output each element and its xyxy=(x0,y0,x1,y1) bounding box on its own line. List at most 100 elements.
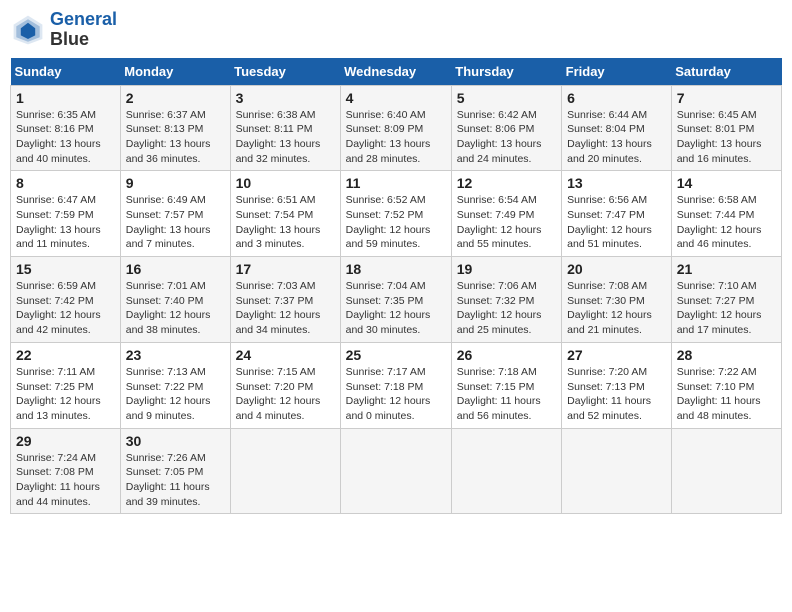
calendar-cell: 2 Sunrise: 6:37 AM Sunset: 8:13 PM Daylig… xyxy=(120,85,230,171)
calendar-cell xyxy=(562,428,672,514)
weekday-header: Wednesday xyxy=(340,58,451,86)
calendar-week-row: 8Sunrise: 6:47 AM Sunset: 7:59 PM Daylig… xyxy=(11,171,782,257)
day-number: 10 xyxy=(236,175,335,191)
day-info: Sunrise: 6:52 AM Sunset: 7:52 PM Dayligh… xyxy=(346,193,446,252)
weekday-header: Thursday xyxy=(451,58,561,86)
day-number: 6 xyxy=(567,90,666,106)
calendar-week-row: 29 Sunrise: 7:24 AM Sunset: 7:08 PM Dayli… xyxy=(11,428,782,514)
day-number: 1 xyxy=(16,90,115,106)
day-number: 18 xyxy=(346,261,446,277)
day-info: Sunrise: 7:11 AM Sunset: 7:25 PM Dayligh… xyxy=(16,365,115,424)
calendar-week-row: 15Sunrise: 6:59 AM Sunset: 7:42 PM Dayli… xyxy=(11,257,782,343)
logo-icon xyxy=(10,12,46,48)
day-number: 30 xyxy=(126,433,225,449)
day-info: Sunrise: 7:17 AM Sunset: 7:18 PM Dayligh… xyxy=(346,365,446,424)
calendar-cell xyxy=(230,428,340,514)
page-header: GeneralBlue xyxy=(10,10,782,50)
calendar-week-row: 1 Sunrise: 6:35 AM Sunset: 8:16 PM Daylig… xyxy=(11,85,782,171)
day-info: Sunrise: 6:58 AM Sunset: 7:44 PM Dayligh… xyxy=(677,193,776,252)
day-info: Sunrise: 7:15 AM Sunset: 7:20 PM Dayligh… xyxy=(236,365,335,424)
day-info: Sunrise: 7:22 AM Sunset: 7:10 PM Dayligh… xyxy=(677,365,776,424)
calendar-cell: 22 Sunrise: 7:11 AM Sunset: 7:25 PM Dayli… xyxy=(11,342,121,428)
day-info: Sunrise: 6:35 AM Sunset: 8:16 PM Dayligh… xyxy=(16,108,115,167)
day-info: Sunrise: 6:59 AM Sunset: 7:42 PM Dayligh… xyxy=(16,279,115,338)
day-info: Sunrise: 6:56 AM Sunset: 7:47 PM Dayligh… xyxy=(567,193,666,252)
day-info: Sunrise: 6:49 AM Sunset: 7:57 PM Dayligh… xyxy=(126,193,225,252)
calendar-cell: 7Sunrise: 6:45 AM Sunset: 8:01 PM Daylig… xyxy=(671,85,781,171)
day-info: Sunrise: 6:38 AM Sunset: 8:11 PM Dayligh… xyxy=(236,108,335,167)
calendar-cell: 18 Sunrise: 7:04 AM Sunset: 7:35 PM Dayli… xyxy=(340,257,451,343)
calendar-cell: 20 Sunrise: 7:08 AM Sunset: 7:30 PM Dayli… xyxy=(562,257,672,343)
calendar-cell xyxy=(671,428,781,514)
calendar-cell: 27 Sunrise: 7:20 AM Sunset: 7:13 PM Dayli… xyxy=(562,342,672,428)
day-number: 16 xyxy=(126,261,225,277)
weekday-header: Saturday xyxy=(671,58,781,86)
calendar-cell: 28Sunrise: 7:22 AM Sunset: 7:10 PM Dayli… xyxy=(671,342,781,428)
calendar-cell: 25 Sunrise: 7:17 AM Sunset: 7:18 PM Dayli… xyxy=(340,342,451,428)
day-info: Sunrise: 7:26 AM Sunset: 7:05 PM Dayligh… xyxy=(126,451,225,510)
calendar-cell: 4 Sunrise: 6:40 AM Sunset: 8:09 PM Daylig… xyxy=(340,85,451,171)
day-number: 4 xyxy=(346,90,446,106)
calendar-cell: 17 Sunrise: 7:03 AM Sunset: 7:37 PM Dayli… xyxy=(230,257,340,343)
calendar-cell: 14 Sunrise: 6:58 AM Sunset: 7:44 PM Dayli… xyxy=(671,171,781,257)
day-number: 2 xyxy=(126,90,225,106)
day-number: 19 xyxy=(457,261,556,277)
calendar-cell: 19 Sunrise: 7:06 AM Sunset: 7:32 PM Dayli… xyxy=(451,257,561,343)
day-number: 9 xyxy=(126,175,225,191)
calendar-cell xyxy=(340,428,451,514)
calendar-cell: 26Sunrise: 7:18 AM Sunset: 7:15 PM Dayli… xyxy=(451,342,561,428)
calendar-cell: 21 Sunrise: 7:10 AM Sunset: 7:27 PM Dayli… xyxy=(671,257,781,343)
weekday-header-row: SundayMondayTuesdayWednesdayThursdayFrid… xyxy=(11,58,782,86)
calendar-cell: 13 Sunrise: 6:56 AM Sunset: 7:47 PM Dayli… xyxy=(562,171,672,257)
day-info: Sunrise: 6:40 AM Sunset: 8:09 PM Dayligh… xyxy=(346,108,446,167)
day-number: 20 xyxy=(567,261,666,277)
calendar-cell: 3 Sunrise: 6:38 AM Sunset: 8:11 PM Daylig… xyxy=(230,85,340,171)
day-number: 13 xyxy=(567,175,666,191)
day-number: 25 xyxy=(346,347,446,363)
calendar-cell: 1 Sunrise: 6:35 AM Sunset: 8:16 PM Daylig… xyxy=(11,85,121,171)
day-number: 14 xyxy=(677,175,776,191)
logo: GeneralBlue xyxy=(10,10,117,50)
weekday-header: Friday xyxy=(562,58,672,86)
calendar-week-row: 22 Sunrise: 7:11 AM Sunset: 7:25 PM Dayli… xyxy=(11,342,782,428)
calendar-cell xyxy=(451,428,561,514)
calendar-table: SundayMondayTuesdayWednesdayThursdayFrid… xyxy=(10,58,782,515)
weekday-header: Tuesday xyxy=(230,58,340,86)
day-info: Sunrise: 6:44 AM Sunset: 8:04 PM Dayligh… xyxy=(567,108,666,167)
day-number: 17 xyxy=(236,261,335,277)
day-info: Sunrise: 7:08 AM Sunset: 7:30 PM Dayligh… xyxy=(567,279,666,338)
calendar-cell: 16 Sunrise: 7:01 AM Sunset: 7:40 PM Dayli… xyxy=(120,257,230,343)
day-info: Sunrise: 6:51 AM Sunset: 7:54 PM Dayligh… xyxy=(236,193,335,252)
day-info: Sunrise: 7:03 AM Sunset: 7:37 PM Dayligh… xyxy=(236,279,335,338)
day-number: 11 xyxy=(346,175,446,191)
day-info: Sunrise: 6:54 AM Sunset: 7:49 PM Dayligh… xyxy=(457,193,556,252)
day-info: Sunrise: 7:20 AM Sunset: 7:13 PM Dayligh… xyxy=(567,365,666,424)
day-info: Sunrise: 7:06 AM Sunset: 7:32 PM Dayligh… xyxy=(457,279,556,338)
day-info: Sunrise: 6:45 AM Sunset: 8:01 PM Dayligh… xyxy=(677,108,776,167)
day-info: Sunrise: 7:13 AM Sunset: 7:22 PM Dayligh… xyxy=(126,365,225,424)
calendar-cell: 29 Sunrise: 7:24 AM Sunset: 7:08 PM Dayli… xyxy=(11,428,121,514)
calendar-cell: 8Sunrise: 6:47 AM Sunset: 7:59 PM Daylig… xyxy=(11,171,121,257)
day-number: 22 xyxy=(16,347,115,363)
day-number: 8 xyxy=(16,175,115,191)
day-number: 3 xyxy=(236,90,335,106)
day-number: 27 xyxy=(567,347,666,363)
calendar-cell: 11 Sunrise: 6:52 AM Sunset: 7:52 PM Dayli… xyxy=(340,171,451,257)
day-info: Sunrise: 7:01 AM Sunset: 7:40 PM Dayligh… xyxy=(126,279,225,338)
weekday-header: Sunday xyxy=(11,58,121,86)
day-number: 23 xyxy=(126,347,225,363)
day-info: Sunrise: 6:37 AM Sunset: 8:13 PM Dayligh… xyxy=(126,108,225,167)
day-number: 24 xyxy=(236,347,335,363)
calendar-cell: 6 Sunrise: 6:44 AM Sunset: 8:04 PM Daylig… xyxy=(562,85,672,171)
day-number: 29 xyxy=(16,433,115,449)
day-number: 21 xyxy=(677,261,776,277)
day-number: 5 xyxy=(457,90,556,106)
calendar-body: 1 Sunrise: 6:35 AM Sunset: 8:16 PM Daylig… xyxy=(11,85,782,514)
calendar-cell: 23 Sunrise: 7:13 AM Sunset: 7:22 PM Dayli… xyxy=(120,342,230,428)
day-info: Sunrise: 7:10 AM Sunset: 7:27 PM Dayligh… xyxy=(677,279,776,338)
day-info: Sunrise: 7:24 AM Sunset: 7:08 PM Dayligh… xyxy=(16,451,115,510)
day-info: Sunrise: 7:04 AM Sunset: 7:35 PM Dayligh… xyxy=(346,279,446,338)
logo-text: GeneralBlue xyxy=(50,10,117,50)
weekday-header: Monday xyxy=(120,58,230,86)
calendar-cell: 15Sunrise: 6:59 AM Sunset: 7:42 PM Dayli… xyxy=(11,257,121,343)
